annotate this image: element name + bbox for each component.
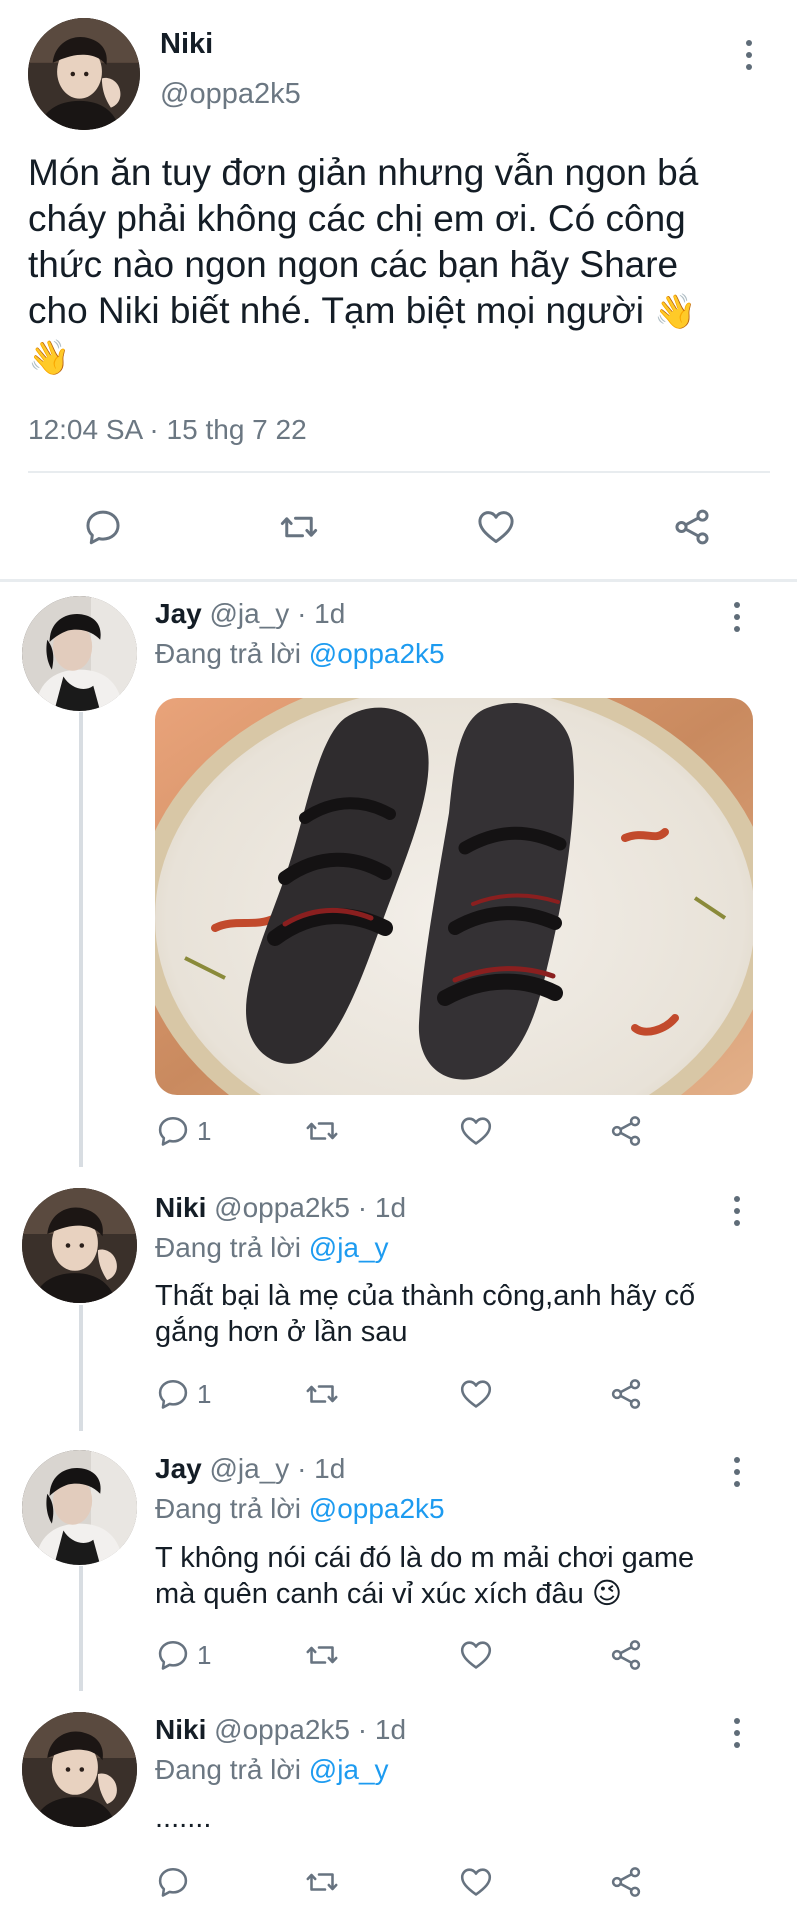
- more-options-icon[interactable]: [729, 1196, 745, 1226]
- author-name[interactable]: Jay: [155, 598, 202, 629]
- avatar[interactable]: [22, 596, 137, 711]
- avatar[interactable]: [22, 1450, 137, 1565]
- handle-time[interactable]: @ja_y · 1d: [210, 598, 346, 629]
- retweet-icon[interactable]: [276, 506, 322, 548]
- like-icon[interactable]: [457, 1113, 495, 1149]
- reply-header: Niki @oppa2k5 · 1d: [155, 1714, 406, 1746]
- reply-icon[interactable]: 1: [155, 1637, 211, 1673]
- handle-time[interactable]: @oppa2k5 · 1d: [214, 1192, 406, 1223]
- reply-count: 1: [197, 1639, 212, 1670]
- share-icon[interactable]: [607, 1637, 645, 1673]
- author-name[interactable]: Jay: [155, 1453, 202, 1484]
- retweet-icon[interactable]: [302, 1864, 342, 1900]
- thread-line: [79, 1566, 83, 1691]
- avatar[interactable]: [22, 1188, 137, 1303]
- waving-hand-emoji: 👋: [28, 339, 71, 377]
- handle-time[interactable]: @oppa2k5 · 1d: [214, 1714, 406, 1745]
- thread-line: [79, 1305, 83, 1431]
- like-icon[interactable]: [457, 1376, 495, 1412]
- author-name[interactable]: Niki: [155, 1192, 206, 1223]
- share-icon[interactable]: [607, 1864, 645, 1900]
- more-options-icon[interactable]: [729, 1718, 745, 1748]
- like-icon[interactable]: [474, 506, 518, 548]
- reply-icon[interactable]: [155, 1864, 191, 1900]
- reply-header: Jay @ja_y · 1d: [155, 598, 345, 630]
- mention-link[interactable]: @oppa2k5: [309, 1493, 445, 1524]
- replying-to: Đang trả lời @ja_y: [155, 1754, 389, 1785]
- share-icon[interactable]: [607, 1376, 645, 1412]
- burnt-bread-photo: [155, 698, 753, 1095]
- attached-image[interactable]: [155, 698, 753, 1095]
- more-options-icon[interactable]: [729, 602, 745, 632]
- tweet-timestamp[interactable]: 12:04 SA · 15 thg 7 22: [28, 414, 307, 446]
- winking-face-emoji: 😉: [591, 1578, 623, 1610]
- reply-icon[interactable]: 1: [155, 1376, 211, 1412]
- reply-header: Jay @ja_y · 1d: [155, 1453, 345, 1485]
- handle-time[interactable]: @ja_y · 1d: [210, 1453, 346, 1484]
- retweet-icon[interactable]: [302, 1113, 342, 1149]
- reply-count: 1: [197, 1115, 212, 1146]
- replying-to: Đang trả lời @ja_y: [155, 1232, 389, 1263]
- like-icon[interactable]: [457, 1864, 495, 1900]
- retweet-icon[interactable]: [302, 1637, 342, 1673]
- reply-text: Thất bại là mẹ của thành công,anh hãy cố…: [155, 1280, 696, 1348]
- tweet-text: Món ăn tuy đơn giản nhưng vẫn ngon bá ch…: [28, 150, 698, 381]
- reply-count: 1: [197, 1378, 212, 1409]
- more-options-icon[interactable]: [729, 1457, 745, 1487]
- mention-link[interactable]: @ja_y: [309, 1232, 389, 1263]
- like-icon[interactable]: [457, 1637, 495, 1673]
- reply-icon[interactable]: [82, 506, 124, 548]
- share-icon[interactable]: [670, 506, 714, 548]
- mention-link[interactable]: @ja_y: [309, 1754, 389, 1785]
- avatar[interactable]: [22, 1712, 137, 1827]
- section-divider: [0, 579, 797, 582]
- share-icon[interactable]: [607, 1113, 645, 1149]
- thread-line: [79, 712, 83, 1167]
- reply-icon[interactable]: 1: [155, 1113, 211, 1149]
- replying-to: Đang trả lời @oppa2k5: [155, 1493, 445, 1524]
- waving-hand-emoji: 👋: [654, 293, 697, 331]
- replying-to: Đang trả lời @oppa2k5: [155, 638, 445, 669]
- divider: [28, 471, 770, 473]
- author-handle[interactable]: @oppa2k5: [160, 78, 301, 111]
- reply-header: Niki @oppa2k5 · 1d: [155, 1192, 406, 1224]
- author-name[interactable]: Niki: [160, 28, 213, 61]
- author-name[interactable]: Niki: [155, 1714, 206, 1745]
- more-options-icon[interactable]: [741, 40, 757, 70]
- retweet-icon[interactable]: [302, 1376, 342, 1412]
- reply-text: T không nói cái đó là do m mải chơi game…: [155, 1542, 695, 1610]
- reply-text: .......: [155, 1802, 212, 1834]
- mention-link[interactable]: @oppa2k5: [309, 638, 445, 669]
- avatar[interactable]: [28, 18, 140, 130]
